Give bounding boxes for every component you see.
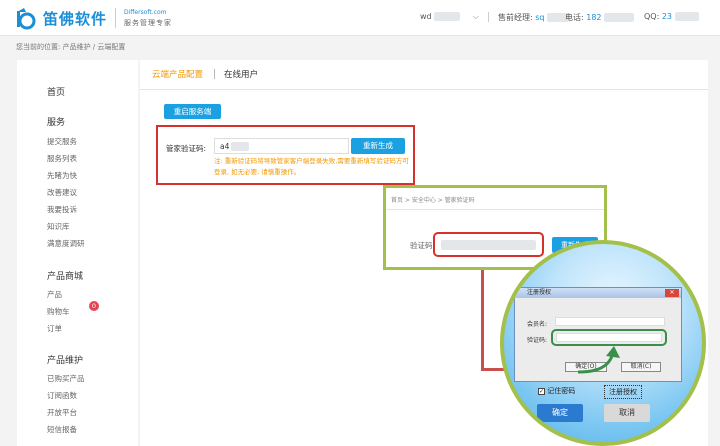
user-name-blur — [434, 12, 461, 21]
sidebar-item-knowledge-base[interactable]: 知识库 — [47, 221, 70, 232]
checkbox-icon[interactable]: ✓ — [538, 388, 545, 395]
remember-password[interactable]: ✓ 记住密码 — [538, 386, 575, 396]
sidebar-item-submit-service[interactable]: 提交服务 — [47, 136, 77, 147]
phone-blur — [604, 13, 635, 22]
verify-code-highlight: 管家验证码: a4 重新生成 注: 重新验证码将导致管家客户端登录失败,需要重新… — [156, 125, 415, 185]
sidebar-section-service: 服务 — [47, 118, 66, 128]
sidebar-item-orders[interactable]: 订单 — [47, 323, 62, 334]
user-menu[interactable]: wd ⌵ — [420, 12, 479, 22]
login-confirm-button[interactable]: 确定 — [537, 404, 583, 422]
qq: QQ: 23 — [644, 12, 699, 21]
logo[interactable]: 笛佛软件 Differsoft.com 服务管理专家 — [14, 6, 172, 30]
qq-blur — [674, 12, 699, 21]
manager-label: 售前经理: — [498, 13, 533, 22]
phone: 电话: 182 — [565, 12, 635, 23]
sidebar-item-open-platform[interactable]: 开放平台 — [47, 407, 77, 418]
manager-value: sq — [535, 13, 545, 22]
brand-subtitle: Differsoft.com 服务管理专家 — [115, 8, 172, 28]
sidebar-item-suggestion[interactable]: 改善建议 — [47, 187, 77, 198]
tab-cloud-config[interactable]: 云端产品配置 — [152, 68, 203, 80]
close-icon[interactable]: ✕ — [665, 289, 679, 297]
inset-code-input[interactable] — [441, 240, 536, 250]
sidebar: 首页 服务 提交服务 服务列表 先睹为快 改善建议 我要投诉 知识库 满意度调研… — [17, 60, 138, 446]
tab-online-users[interactable]: 在线用户 — [224, 68, 258, 80]
member-label: 会员名: — [527, 321, 548, 328]
user-name: wd — [420, 12, 432, 21]
magnified-client-view: 注册授权 ✕ 会员名: 验证码: 确定(O) 取消(C) ✓ 记住密码 注册授权… — [500, 240, 706, 446]
top-bar: 笛佛软件 Differsoft.com 服务管理专家 wd ⌵ 售前经理: sq… — [0, 0, 720, 36]
sidebar-item-home[interactable]: 首页 — [47, 85, 65, 98]
sidebar-item-sms-report[interactable]: 短信报备 — [47, 424, 77, 435]
verify-code-value: a4 — [220, 142, 230, 151]
sidebar-section-maintenance: 产品维护 — [47, 356, 84, 366]
dialog-cancel-button[interactable]: 取消(C) — [621, 362, 661, 372]
brand-tagline: 服务管理专家 — [124, 19, 173, 27]
sidebar-item-subscriptions[interactable]: 订阅函数 — [47, 390, 77, 401]
sidebar-item-service-list[interactable]: 服务列表 — [47, 153, 77, 164]
dialog-title-text: 注册授权 — [527, 289, 552, 296]
tab-underline — [140, 89, 708, 90]
login-cancel-button[interactable]: 取消 — [604, 404, 650, 422]
phone-value: 182 — [586, 13, 602, 22]
warning-note: 注: 重新验证码将导致管家客户端登录失败,需要重新填写验证码方可登录, 如无必要… — [214, 157, 409, 176]
brand-name: 笛佛软件 — [43, 9, 108, 28]
brand-domain: Differsoft.com — [124, 9, 167, 16]
dialog-code-label: 验证码: — [527, 337, 548, 344]
register-link[interactable]: 注册授权 — [604, 385, 642, 399]
verify-code-input[interactable]: a4 — [214, 138, 349, 154]
breadcrumb: 您当前的位置: 产品维护 / 云端配置 — [16, 43, 126, 51]
chevron-down-icon: ⌵ — [472, 12, 479, 21]
sidebar-item-products[interactable]: 产品 — [47, 289, 62, 300]
inset-divider — [386, 209, 604, 210]
regenerate-button[interactable]: 重新生成 — [351, 138, 405, 154]
sidebar-section-mall: 产品商城 — [47, 272, 84, 282]
sidebar-item-survey[interactable]: 满意度调研 — [47, 238, 85, 249]
green-arrow-icon — [577, 346, 620, 374]
sidebar-item-complaint[interactable]: 我要投诉 — [47, 204, 77, 215]
sales-manager: 售前经理: sq — [498, 12, 570, 23]
dialog-title: 注册授权 ✕ — [515, 288, 681, 298]
qq-label: QQ: — [644, 12, 660, 21]
connector-line — [481, 256, 484, 370]
tab-separator — [214, 69, 215, 79]
cart-count-badge: 0 — [89, 301, 99, 311]
sidebar-item-purchased[interactable]: 已购买产品 — [47, 373, 85, 384]
sidebar-item-cart[interactable]: 购物车 — [47, 306, 70, 317]
verify-code-label: 管家验证码: — [166, 144, 207, 153]
inset-code-highlight — [433, 232, 544, 257]
remember-label: 记住密码 — [547, 387, 576, 395]
restart-server-button[interactable]: 重启服务端 — [164, 104, 221, 119]
verify-code-blur — [231, 142, 249, 151]
inset-breadcrumb: 首页 > 安全中心 > 管家验证码 — [391, 197, 475, 204]
inset-code-label: 验证码: — [410, 241, 436, 250]
member-input[interactable] — [555, 317, 665, 326]
dialog-code-input[interactable] — [556, 333, 662, 342]
phone-label: 电话: — [565, 13, 584, 22]
sidebar-item-preview[interactable]: 先睹为快 — [47, 170, 77, 181]
logo-icon — [14, 6, 40, 30]
qq-value: 23 — [661, 12, 673, 21]
